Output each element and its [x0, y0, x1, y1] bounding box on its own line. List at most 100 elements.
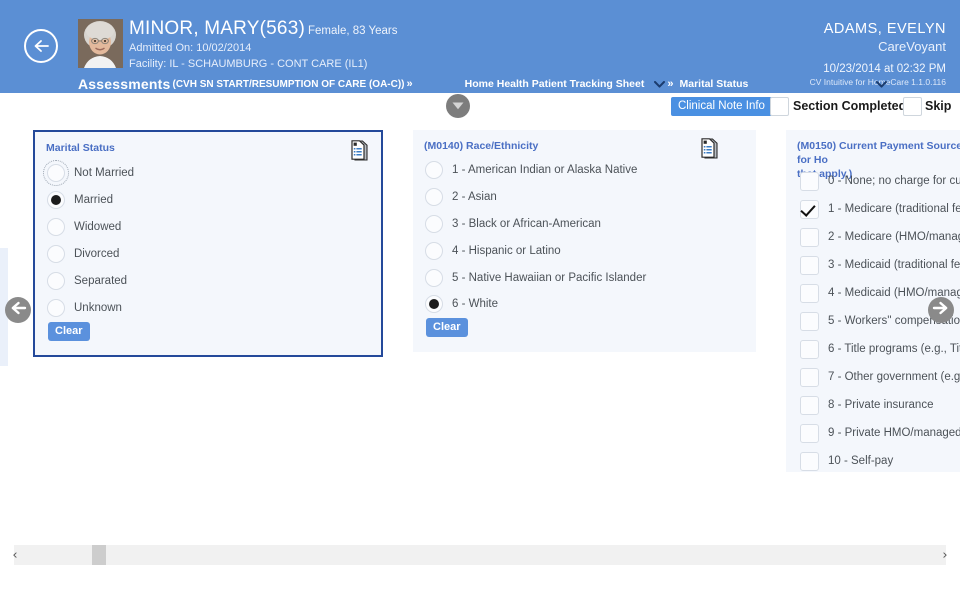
option-row[interactable]: 1 - Medicare (traditional fee-for-	[800, 198, 960, 220]
option-row[interactable]: 1 - American Indian or Alaska Native	[425, 159, 637, 181]
radio-american-indian[interactable]	[425, 161, 443, 179]
option-row[interactable]: Unknown	[47, 297, 122, 319]
option-row[interactable]: 10 - Self-pay	[800, 450, 893, 472]
checkbox-private-insurance[interactable]	[800, 395, 819, 415]
option-label: 9 - Private HMO/managed care	[828, 427, 960, 439]
section-completed-checkbox[interactable]	[770, 97, 789, 116]
radio-separated[interactable]	[47, 272, 65, 290]
organization-name: CareVoyant	[878, 39, 946, 54]
option-label: 5 - Native Hawaiian or Pacific Islander	[452, 272, 647, 284]
option-row[interactable]: 9 - Private HMO/managed care	[800, 422, 960, 444]
back-button[interactable]	[24, 29, 58, 63]
checkbox-other-government[interactable]	[800, 367, 819, 387]
clear-button-marital-status[interactable]: Clear	[48, 322, 90, 341]
horizontal-scrollbar: ‹ ›	[0, 545, 960, 565]
radio-black-african-american[interactable]	[425, 215, 443, 233]
checkbox-medicaid-fee-for-service[interactable]	[800, 255, 819, 275]
breadcrumb-item-marital-status[interactable]: Marital Status	[679, 78, 748, 90]
previous-section-button[interactable]	[5, 297, 31, 323]
radio-married[interactable]	[47, 191, 65, 209]
radio-asian[interactable]	[425, 188, 443, 206]
checkbox-self-pay[interactable]	[800, 451, 819, 471]
app-header: MINOR, MARY(563) Female, 83 Years Admitte…	[0, 0, 960, 93]
option-row[interactable]: 2 - Asian	[425, 186, 497, 208]
panel-title-race-ethnicity: (M0140) Race/Ethnicity	[424, 140, 539, 152]
checkbox-title-programs[interactable]	[800, 339, 819, 359]
checkbox-medicare-hmo[interactable]	[800, 227, 819, 247]
option-row[interactable]: 4 - Hispanic or Latino	[425, 240, 561, 262]
skip-checkbox[interactable]	[903, 97, 922, 116]
checkbox-none-no-charge[interactable]	[800, 171, 819, 191]
option-label: 7 - Other government (e.g., TriC	[828, 371, 960, 383]
option-label: Not Married	[74, 167, 135, 179]
option-label: 1 - American Indian or Alaska Native	[452, 164, 638, 176]
option-label: Divorced	[74, 248, 120, 260]
breadcrumb: Assessments (CVH SN START/RESUMPTION OF …	[78, 75, 960, 93]
patient-info: MINOR, MARY(563) Female, 83 Years Admitte…	[129, 18, 398, 71]
option-row[interactable]: Married	[47, 189, 113, 211]
breadcrumb-separator-1: »	[406, 78, 413, 90]
option-label: 4 - Hispanic or Latino	[452, 245, 561, 257]
option-row[interactable]: 3 - Medicaid (traditional fee-for	[800, 254, 960, 276]
document-list-icon[interactable]	[351, 140, 369, 166]
assessment-content: Marital Status Not Married Married Widow…	[0, 120, 960, 545]
option-row[interactable]: 0 - None; no charge for current	[800, 170, 960, 192]
patient-demographics: Female, 83 Years	[308, 25, 398, 37]
option-label: 1 - Medicare (traditional fee-for-	[828, 203, 960, 215]
option-row[interactable]: Divorced	[47, 243, 119, 265]
skip-label: Skip	[925, 99, 952, 113]
next-section-button[interactable]	[928, 297, 954, 323]
option-row[interactable]: 3 - Black or African-American	[425, 213, 601, 235]
chevron-down-icon[interactable]	[644, 80, 666, 88]
option-row[interactable]: 7 - Other government (e.g., TriC	[800, 366, 960, 388]
option-row[interactable]: 2 - Medicare (HMO/managed ca	[800, 226, 960, 248]
panel-race-ethnicity: (M0140) Race/Ethnicity 1 - American Indi…	[413, 130, 756, 352]
scroll-right-icon[interactable]: ›	[938, 545, 952, 565]
chevron-down-icon-2[interactable]	[866, 80, 888, 88]
scrollbar-thumb[interactable]	[92, 545, 106, 565]
user-info[interactable]: ADAMS, EVELYN CareVoyant	[824, 20, 946, 56]
checkbox-medicare-fee-for-service[interactable]	[800, 199, 819, 219]
radio-not-married[interactable]	[43, 160, 69, 186]
option-row[interactable]: 6 - Title programs (e.g., Title III,	[800, 338, 960, 360]
checkbox-workers-compensation[interactable]	[800, 311, 819, 331]
radio-native-hawaiian[interactable]	[425, 269, 443, 287]
radio-unknown[interactable]	[47, 299, 65, 317]
clear-button-race-ethnicity[interactable]: Clear	[426, 318, 468, 337]
clinical-note-info-button[interactable]: Clinical Note Info	[671, 97, 772, 116]
breadcrumb-module-detail: (CVH SN START/RESUMPTION OF CARE (OA-C))	[172, 78, 405, 90]
radio-widowed[interactable]	[47, 218, 65, 236]
option-label: 2 - Asian	[452, 191, 497, 203]
section-completed-label: Section Completed	[793, 99, 907, 113]
arrow-left-circle-icon	[32, 38, 50, 54]
option-label: 8 - Private insurance	[828, 399, 934, 411]
radio-hispanic-latino[interactable]	[425, 242, 443, 260]
option-label: 10 - Self-pay	[828, 455, 894, 467]
option-row[interactable]: 8 - Private insurance	[800, 394, 933, 416]
checkbox-private-hmo[interactable]	[800, 423, 819, 443]
patient-name: MINOR, MARY(563)	[129, 18, 305, 39]
option-label: 6 - Title programs (e.g., Title III,	[828, 343, 960, 355]
breadcrumb-module[interactable]: Assessments	[78, 76, 170, 92]
arrow-left-circle-icon	[9, 301, 27, 320]
option-row[interactable]: 6 - White	[425, 293, 498, 315]
panel-title-line1: (M0150) Current Payment Sources for Ho	[797, 140, 960, 166]
application-root: MINOR, MARY(563) Female, 83 Years Admitte…	[0, 0, 960, 600]
option-row[interactable]: 5 - Native Hawaiian or Pacific Islander	[425, 267, 646, 289]
radio-white[interactable]	[425, 295, 443, 313]
scrollbar-track[interactable]	[14, 545, 946, 565]
patient-facility: Facility: IL - SCHAUMBURG - CONT CARE (I…	[129, 57, 368, 70]
option-row[interactable]: Separated	[47, 270, 127, 292]
document-list-icon[interactable]	[701, 138, 719, 164]
option-label: Married	[74, 194, 113, 206]
arrow-right-circle-icon	[932, 301, 950, 320]
breadcrumb-separator-2: »	[667, 78, 674, 90]
breadcrumb-item-tracking-sheet[interactable]: Home Health Patient Tracking Sheet	[465, 78, 645, 90]
option-row[interactable]: Widowed	[47, 216, 121, 238]
checkbox-medicaid-hmo[interactable]	[800, 283, 819, 303]
radio-divorced[interactable]	[47, 245, 65, 263]
option-row[interactable]: Not Married	[43, 160, 135, 186]
option-label: Separated	[74, 275, 128, 287]
collapse-header-button[interactable]	[446, 94, 470, 118]
scroll-left-icon[interactable]: ‹	[8, 545, 22, 565]
